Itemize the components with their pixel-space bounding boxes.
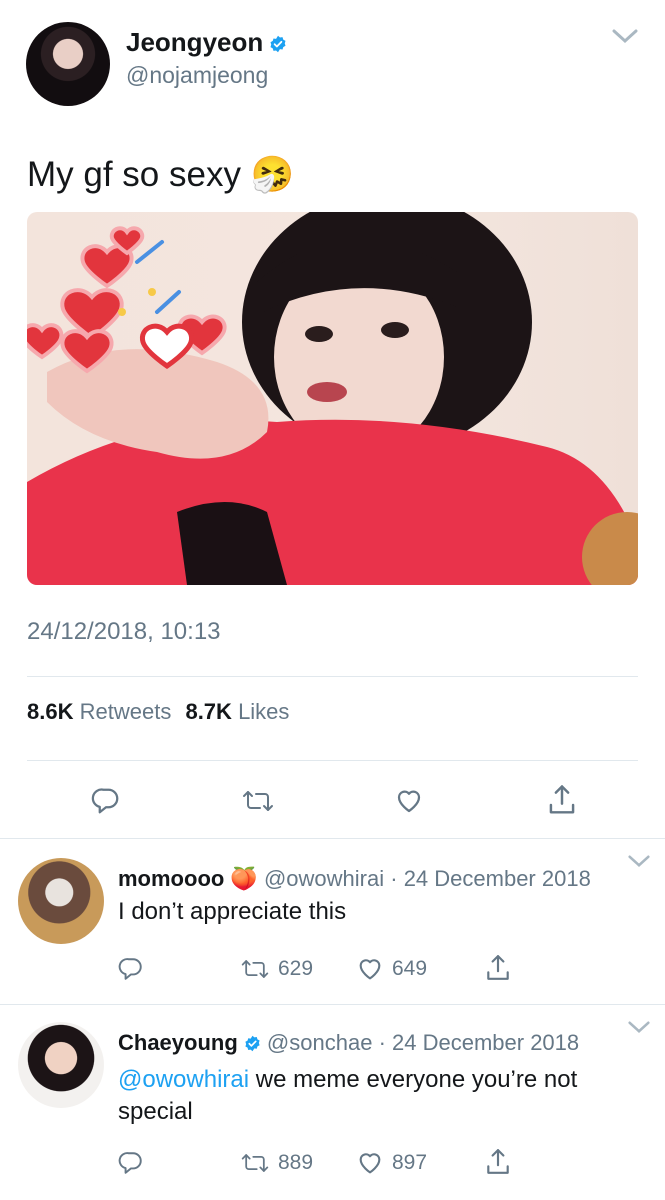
verified-badge-icon [245, 1035, 260, 1052]
reply-like-count: 649 [392, 957, 428, 980]
likes-label: Likes [238, 699, 290, 724]
reply-date[interactable]: 24 December 2018 [392, 1030, 579, 1055]
likes-count: 8.7K [185, 699, 232, 724]
retweet-icon[interactable] [240, 1152, 270, 1174]
tweet-timestamp[interactable]: 24/12/2018, 10:13 [27, 618, 221, 646]
reply-display-name[interactable]: momoooo 🍑 [118, 866, 258, 891]
reply-retweet-count: 889 [278, 1151, 314, 1174]
share-icon[interactable] [485, 954, 511, 982]
retweets-count: 8.6K [27, 699, 74, 724]
reply-retweet-count: 629 [278, 957, 314, 980]
tweet-text: My gf so sexy 🤧 [27, 155, 295, 194]
share-icon[interactable] [485, 1148, 511, 1176]
author-avatar[interactable] [26, 22, 110, 106]
reply-text: I don’t appreciate this [118, 898, 347, 925]
heart-icon[interactable] [356, 1149, 384, 1177]
reply-display-name[interactable]: Chaeyoung [118, 1030, 238, 1055]
divider [27, 760, 638, 761]
retweet-icon[interactable] [240, 958, 270, 980]
reply-icon[interactable] [118, 956, 144, 982]
separator-dot: · [390, 866, 398, 891]
separator-dot: · [378, 1030, 386, 1055]
retweets-label: Retweets [79, 699, 172, 724]
divider [0, 838, 665, 839]
chevron-down-icon[interactable] [628, 1020, 650, 1034]
heart-icon[interactable] [356, 955, 384, 983]
divider [0, 1004, 665, 1005]
author-name-row[interactable]: Jeongyeon [126, 26, 287, 58]
verified-badge-icon [270, 35, 286, 53]
likes-stat[interactable]: 8.7K Likes [185, 699, 289, 724]
retweets-stat[interactable]: 8.6K Retweets [27, 699, 171, 724]
reply-like-count: 897 [392, 1151, 428, 1174]
mention-link[interactable]: @owowhirai [118, 1066, 249, 1093]
reply-avatar[interactable] [18, 858, 104, 944]
reply-handle[interactable]: @sonchae [267, 1030, 373, 1055]
reply-icon[interactable] [118, 1150, 144, 1176]
reply-header: Chaeyoung @sonchae · 24 December 2018 [118, 1030, 579, 1056]
retweet-icon[interactable] [241, 788, 275, 814]
reply-date[interactable]: 24 December 2018 [404, 866, 591, 891]
reply-handle[interactable]: @owowhirai [264, 866, 384, 891]
author-display-name[interactable]: Jeongyeon [126, 27, 263, 57]
divider [27, 676, 638, 677]
share-icon[interactable] [547, 784, 577, 816]
tweet-stats: 8.6K Retweets 8.7K Likes [27, 699, 289, 725]
reply-avatar[interactable] [18, 1022, 104, 1108]
photo-illustration [27, 212, 638, 585]
author-handle[interactable]: @nojamjeong [126, 62, 268, 89]
reply-header: momoooo 🍑 @owowhirai · 24 December 2018 [118, 866, 591, 892]
chevron-down-icon[interactable] [612, 28, 638, 44]
heart-icon[interactable] [394, 786, 424, 816]
reply-icon[interactable] [91, 786, 121, 816]
reply-text-line2: special [118, 1098, 193, 1125]
reply-text-line1: we meme everyone you’re not [249, 1066, 578, 1093]
chevron-down-icon[interactable] [628, 854, 650, 868]
tweet-photo[interactable] [27, 212, 638, 585]
reply-text: @owowhirai we meme everyone you’re not s… [118, 1064, 577, 1128]
